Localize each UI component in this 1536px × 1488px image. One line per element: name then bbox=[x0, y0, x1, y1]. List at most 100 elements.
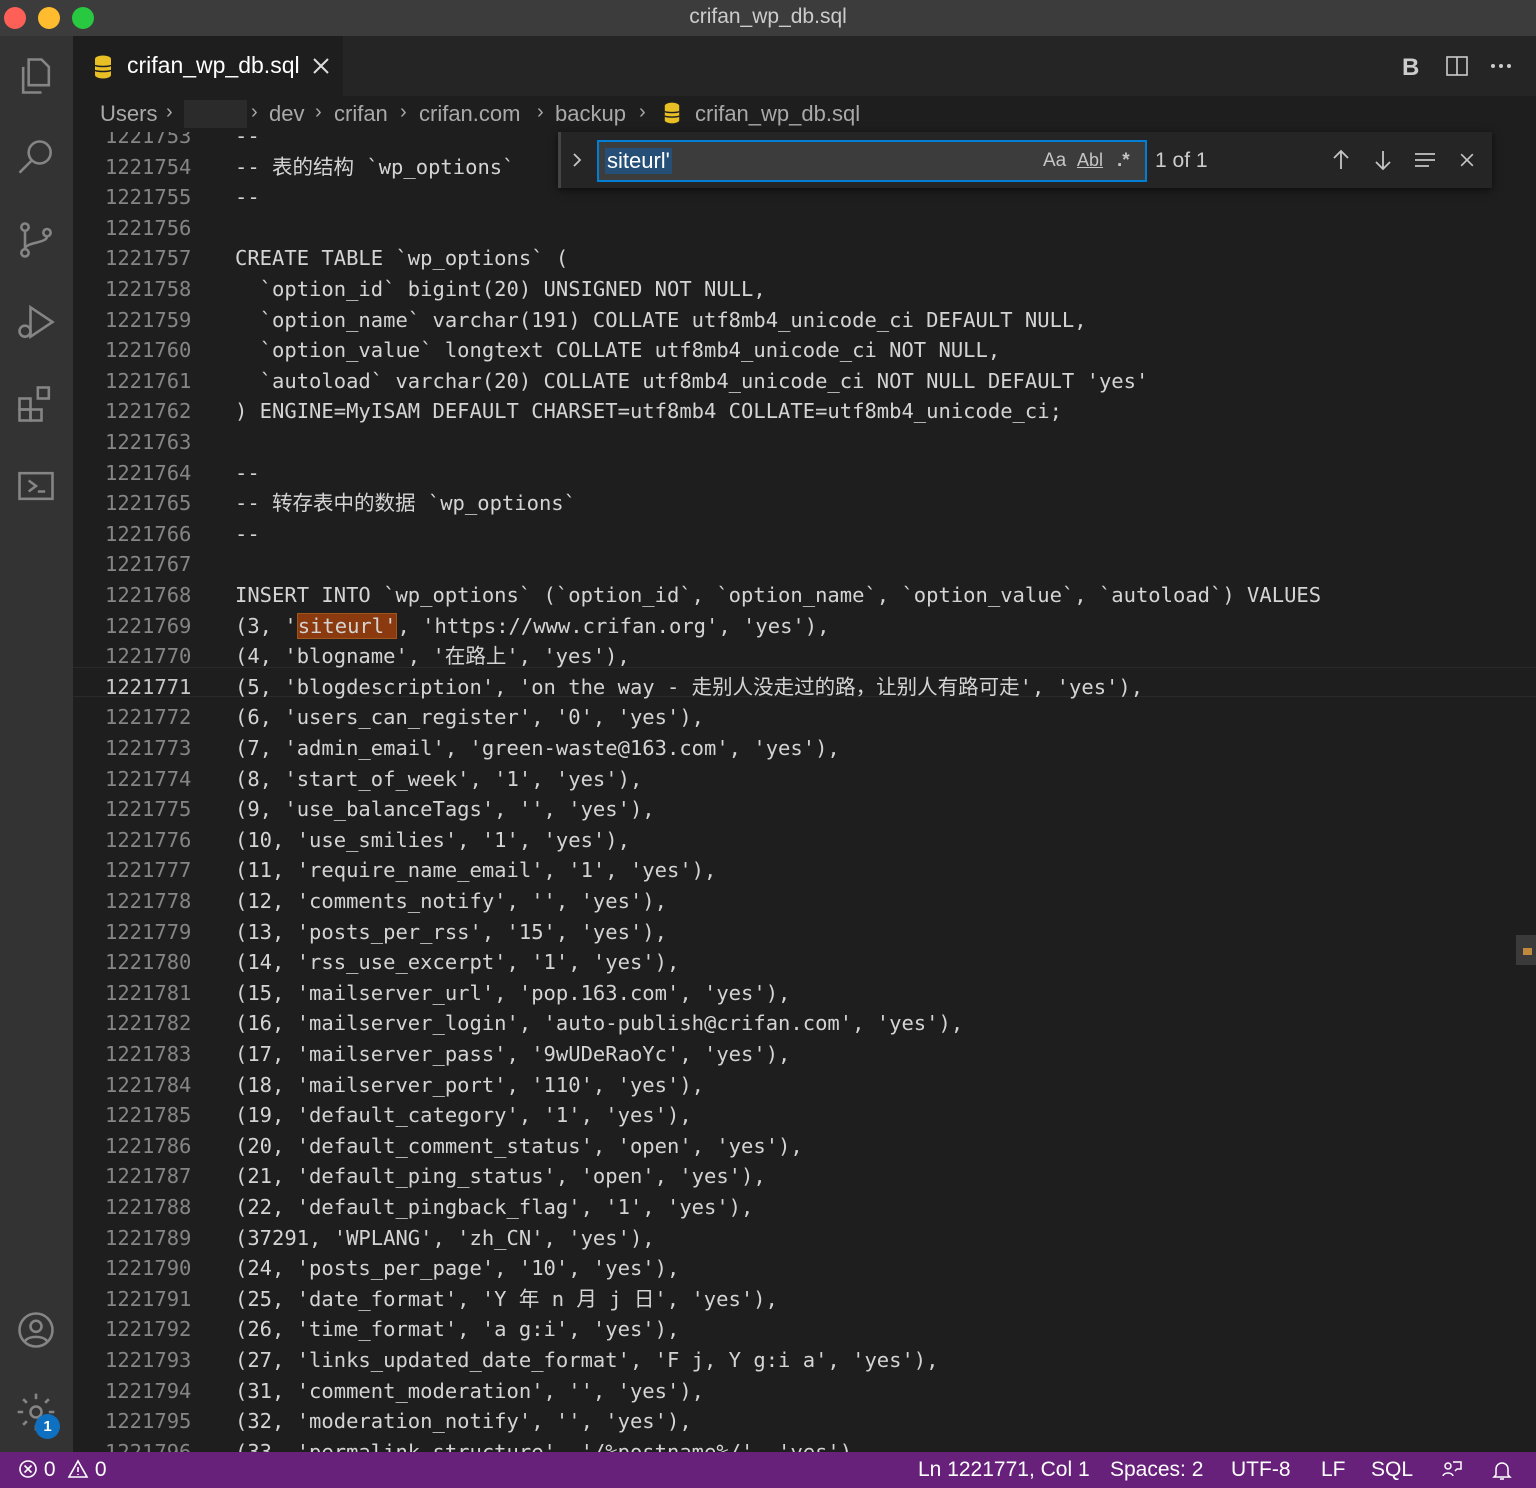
code-text: (11, 'require_name_email', '1', 'yes'), bbox=[235, 858, 717, 883]
extensions-icon[interactable] bbox=[8, 376, 64, 432]
split-editor-icon[interactable] bbox=[1441, 50, 1473, 82]
code-line[interactable]: 1221760 `option_value` longtext COLLATE … bbox=[73, 335, 1536, 365]
code-text: -- bbox=[235, 132, 260, 148]
find-input[interactable]: siteurl' Aa Abl .* bbox=[597, 140, 1147, 182]
code-line[interactable]: 1221764 -- bbox=[73, 458, 1536, 488]
code-line[interactable]: 1221761 `autoload` varchar(20) COLLATE u… bbox=[73, 366, 1536, 396]
code-text: (13, 'posts_per_rss', '15', 'yes'), bbox=[235, 919, 667, 944]
whole-word-toggle[interactable]: Abl bbox=[1077, 150, 1103, 171]
previous-match-arrow-up-icon[interactable] bbox=[1327, 146, 1355, 174]
cursor-position[interactable]: Ln 1221771, Col 1 bbox=[918, 1458, 1090, 1482]
code-line[interactable]: 1221792 (26, 'time_format', 'a g:i', 'yes… bbox=[73, 1314, 1536, 1344]
code-editor[interactable]: 1221753 -- 1221754 -- 表的结构 `wp_options` 1221… bbox=[73, 132, 1536, 1452]
bold-icon[interactable]: B bbox=[1395, 50, 1427, 82]
search-icon[interactable] bbox=[8, 130, 64, 186]
code-line[interactable]: 1221763 bbox=[73, 427, 1536, 457]
line-number: 1221760 bbox=[105, 338, 192, 363]
notifications-bell-icon[interactable] bbox=[1490, 1458, 1514, 1488]
errors-indicator[interactable]: 0 bbox=[18, 1458, 56, 1482]
find-widget: siteurl' Aa Abl .* 1 of 1 bbox=[558, 132, 1492, 188]
code-line[interactable]: 1221793 (27, 'links_updated_date_format',… bbox=[73, 1345, 1536, 1375]
encoding[interactable]: UTF-8 bbox=[1231, 1458, 1291, 1482]
toggle-replace-chevron-icon[interactable] bbox=[569, 148, 589, 172]
source-control-icon[interactable] bbox=[8, 212, 64, 268]
code-line[interactable]: 1221758 `option_id` bigint(20) UNSIGNED … bbox=[73, 274, 1536, 304]
tab-crifan-wp-db-sql[interactable]: crifan_wp_db.sql bbox=[73, 36, 343, 96]
code-line[interactable]: 1221769 (3, 'siteurl', 'https://www.crifa… bbox=[73, 611, 1536, 641]
code-line[interactable]: 1221757 CREATE TABLE `wp_options` ( bbox=[73, 243, 1536, 273]
breadcrumb-item-crifan-com[interactable]: crifan.com bbox=[419, 101, 520, 127]
code-text: (22, 'default_pingback_flag', '1', 'yes'… bbox=[235, 1195, 754, 1219]
breadcrumb-item-dev[interactable]: dev bbox=[269, 101, 304, 127]
code-line[interactable]: 1221794 (31, 'comment_moderation', '', 'y… bbox=[73, 1376, 1536, 1406]
database-icon bbox=[663, 101, 681, 131]
line-number: 1221783 bbox=[105, 1042, 192, 1066]
code-line[interactable]: 1221765 -- 转存表中的数据 `wp_options` bbox=[73, 488, 1536, 518]
breadcrumb-item-backup[interactable]: backup bbox=[555, 101, 626, 127]
code-line[interactable]: 1221762) ENGINE=MyISAM DEFAULT CHARSET=u… bbox=[73, 396, 1536, 426]
code-line[interactable]: 1221783 (17, 'mailserver_pass', '9wUDeRao… bbox=[73, 1039, 1536, 1069]
remote-explorer-icon[interactable] bbox=[8, 458, 64, 514]
code-text: (17, 'mailserver_pass', '9wUDeRaoYc', 'y… bbox=[235, 1042, 791, 1066]
language-mode[interactable]: SQL bbox=[1371, 1458, 1413, 1482]
breadcrumb-item-crifan[interactable]: crifan bbox=[334, 101, 388, 127]
close-find-icon[interactable] bbox=[1453, 146, 1481, 174]
code-line[interactable]: 1221796 (33, 'permalink_structure', '/%po… bbox=[73, 1437, 1536, 1452]
code-line[interactable]: 1221773 (7, 'admin_email', 'green-waste@1… bbox=[73, 733, 1536, 763]
line-number: 1221774 bbox=[105, 766, 192, 791]
next-match-arrow-down-icon[interactable] bbox=[1369, 146, 1397, 174]
breadcrumb-item-users[interactable]: Users bbox=[100, 101, 157, 127]
feedback-icon[interactable] bbox=[1440, 1458, 1464, 1488]
code-line[interactable]: 1221777 (11, 'require_name_email', '1', '… bbox=[73, 855, 1536, 885]
error-count: 0 bbox=[43, 1458, 56, 1481]
line-number: 1221787 bbox=[105, 1164, 192, 1189]
code-line[interactable]: 1221781 (15, 'mailserver_url', 'pop.163.c… bbox=[73, 978, 1536, 1008]
code-line[interactable]: 1221778 (12, 'comments_notify', '', 'yes'… bbox=[73, 886, 1536, 916]
code-line[interactable]: 1221795 (32, 'moderation_notify', '', 'ye… bbox=[73, 1406, 1536, 1436]
breadcrumb-item-file[interactable]: crifan_wp_db.sql bbox=[695, 101, 860, 127]
code-line[interactable]: 1221767 bbox=[73, 549, 1536, 579]
code-line[interactable]: 1221785 (19, 'default_category', '1', 'ye… bbox=[73, 1100, 1536, 1130]
indentation[interactable]: Spaces: 2 bbox=[1110, 1458, 1203, 1482]
match-case-toggle[interactable]: Aa bbox=[1043, 150, 1066, 172]
code-line[interactable]: 1221768 INSERT INTO `wp_options` (`option… bbox=[73, 580, 1536, 610]
close-icon[interactable] bbox=[309, 54, 333, 78]
code-line[interactable]: 1221788 (22, 'default_pingback_flag', '1'… bbox=[73, 1192, 1536, 1222]
code-line[interactable]: 1221759 `option_name` varchar(191) COLLA… bbox=[73, 305, 1536, 335]
code-line[interactable]: 1221774 (8, 'start_of_week', '1', 'yes'), bbox=[73, 764, 1536, 794]
regex-toggle[interactable]: .* bbox=[1117, 150, 1130, 172]
activity-bar bbox=[0, 36, 73, 1452]
code-line[interactable]: 1221779 (13, 'posts_per_rss', '15', 'yes'… bbox=[73, 917, 1536, 947]
code-line[interactable]: 1221766 -- bbox=[73, 519, 1536, 549]
code-line[interactable]: 1221791 (25, 'date_format', 'Y 年 n 月 j 日'… bbox=[73, 1284, 1536, 1314]
line-number: 1221756 bbox=[105, 215, 192, 240]
code-line[interactable]: 1221771 (5, 'blogdescription', 'on the wa… bbox=[73, 672, 1536, 702]
code-line[interactable]: 1221782 (16, 'mailserver_login', 'auto-pu… bbox=[73, 1008, 1536, 1038]
code-line[interactable]: 1221786 (20, 'default_comment_status', 'o… bbox=[73, 1131, 1536, 1161]
code-line[interactable]: 1221780 (14, 'rss_use_excerpt', '1', 'yes… bbox=[73, 947, 1536, 977]
warnings-indicator[interactable]: 0 bbox=[67, 1458, 107, 1482]
code-line[interactable]: 1221776 (10, 'use_smilies', '1', 'yes'), bbox=[73, 825, 1536, 855]
find-in-selection-icon[interactable] bbox=[1411, 146, 1439, 174]
end-of-line[interactable]: LF bbox=[1321, 1458, 1346, 1482]
chevron-right-icon: › bbox=[639, 101, 646, 123]
line-number: 1221775 bbox=[105, 797, 192, 822]
warning-count: 0 bbox=[94, 1458, 107, 1481]
code-text: (18, 'mailserver_port', '110', 'yes'), bbox=[235, 1072, 704, 1097]
more-actions-icon[interactable] bbox=[1485, 50, 1517, 82]
code-line[interactable]: 1221790 (24, 'posts_per_page', '10', 'yes… bbox=[73, 1253, 1536, 1283]
line-number: 1221766 bbox=[105, 521, 192, 546]
code-line[interactable]: 1221787 (21, 'default_ping_status', 'open… bbox=[73, 1161, 1536, 1191]
run-debug-icon[interactable] bbox=[8, 294, 64, 350]
code-line[interactable]: 1221784 (18, 'mailserver_port', '110', 'y… bbox=[73, 1070, 1536, 1100]
code-line[interactable]: 1221770 (4, 'blogname', '在路上', 'yes'), bbox=[73, 641, 1536, 671]
explorer-icon[interactable] bbox=[8, 48, 64, 104]
code-line[interactable]: 1221775 (9, 'use_balanceTags', '', 'yes')… bbox=[73, 794, 1536, 824]
code-line[interactable]: 1221772 (6, 'users_can_register', '0', 'y… bbox=[73, 702, 1536, 732]
account-icon[interactable] bbox=[8, 1302, 64, 1358]
code-line[interactable]: 1221756 bbox=[73, 213, 1536, 243]
code-text: (27, 'links_updated_date_format', 'F j, … bbox=[235, 1348, 939, 1372]
code-text: (32, 'moderation_notify', '', 'yes'), bbox=[235, 1409, 692, 1434]
code-text: (37291, 'WPLANG', 'zh_CN', 'yes'), bbox=[235, 1225, 655, 1250]
code-line[interactable]: 1221789 (37291, 'WPLANG', 'zh_CN', 'yes')… bbox=[73, 1223, 1536, 1253]
